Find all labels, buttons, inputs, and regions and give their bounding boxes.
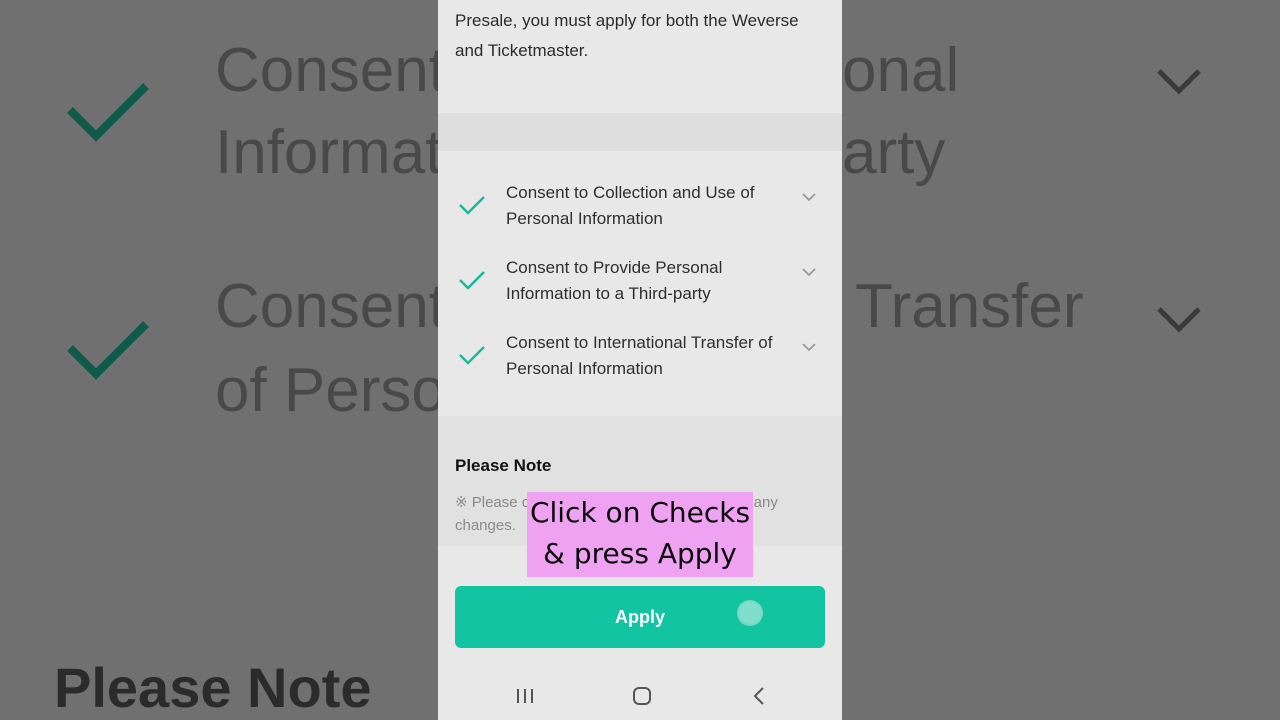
note-body-start: ※ Please c bbox=[455, 494, 530, 511]
intro-section: Presale, you must apply for both the Wev… bbox=[438, 0, 842, 113]
bg-text: Transfer bbox=[855, 272, 1084, 341]
caption-line-2: & press Apply bbox=[543, 537, 737, 570]
consent-label: Consent to International Transfer of Per… bbox=[506, 333, 773, 378]
chevron-down-icon[interactable] bbox=[801, 267, 817, 277]
chevron-down-icon[interactable] bbox=[801, 342, 817, 352]
back-icon bbox=[753, 687, 764, 705]
consent-label: Consent to Collection and Use of Persona… bbox=[506, 183, 755, 228]
chevron-down-icon[interactable] bbox=[801, 192, 817, 202]
back-button[interactable] bbox=[739, 684, 779, 708]
home-icon bbox=[633, 687, 651, 705]
bg-check-icon bbox=[67, 321, 149, 380]
recent-apps-icon bbox=[517, 689, 533, 703]
consent-item-international-transfer[interactable]: Consent to International Transfer of Per… bbox=[438, 330, 842, 400]
system-nav-bar bbox=[438, 668, 842, 720]
bg-check-icon bbox=[67, 83, 149, 142]
recent-apps-button[interactable] bbox=[505, 684, 545, 708]
check-icon[interactable] bbox=[458, 344, 486, 366]
note-title: Please Note bbox=[455, 456, 552, 475]
bg-text: arty bbox=[842, 118, 946, 187]
bg-text: onal bbox=[842, 36, 960, 105]
consent-item-third-party[interactable]: Consent to Provide Personal Information … bbox=[438, 255, 842, 325]
check-icon[interactable] bbox=[458, 269, 486, 291]
touch-indicator bbox=[737, 600, 763, 626]
bg-text: Consent bbox=[215, 272, 446, 341]
tutorial-caption: Click on Checks & press Apply bbox=[527, 492, 753, 577]
consent-list: Consent to Collection and Use of Persona… bbox=[438, 151, 842, 416]
bg-chevron-down-icon bbox=[1157, 69, 1201, 95]
bg-text: Consent bbox=[215, 36, 446, 105]
bg-chevron-down-icon bbox=[1157, 307, 1201, 333]
consent-item-collection[interactable]: Consent to Collection and Use of Persona… bbox=[438, 180, 842, 250]
section-divider bbox=[438, 113, 842, 151]
note-body-line2: changes. bbox=[455, 517, 516, 534]
bg-note-title: Please Note bbox=[54, 656, 372, 719]
apply-button[interactable]: Apply bbox=[455, 586, 825, 648]
caption-line-1: Click on Checks bbox=[529, 496, 751, 529]
bg-text: of Perso bbox=[215, 356, 446, 425]
intro-text: Presale, you must apply for both the Wev… bbox=[455, 11, 799, 60]
check-icon[interactable] bbox=[458, 194, 486, 216]
phone-screen: Presale, you must apply for both the Wev… bbox=[438, 0, 842, 720]
home-button[interactable] bbox=[622, 684, 662, 708]
consent-label: Consent to Provide Personal Information … bbox=[506, 258, 723, 303]
bg-text: Informat bbox=[215, 118, 443, 187]
